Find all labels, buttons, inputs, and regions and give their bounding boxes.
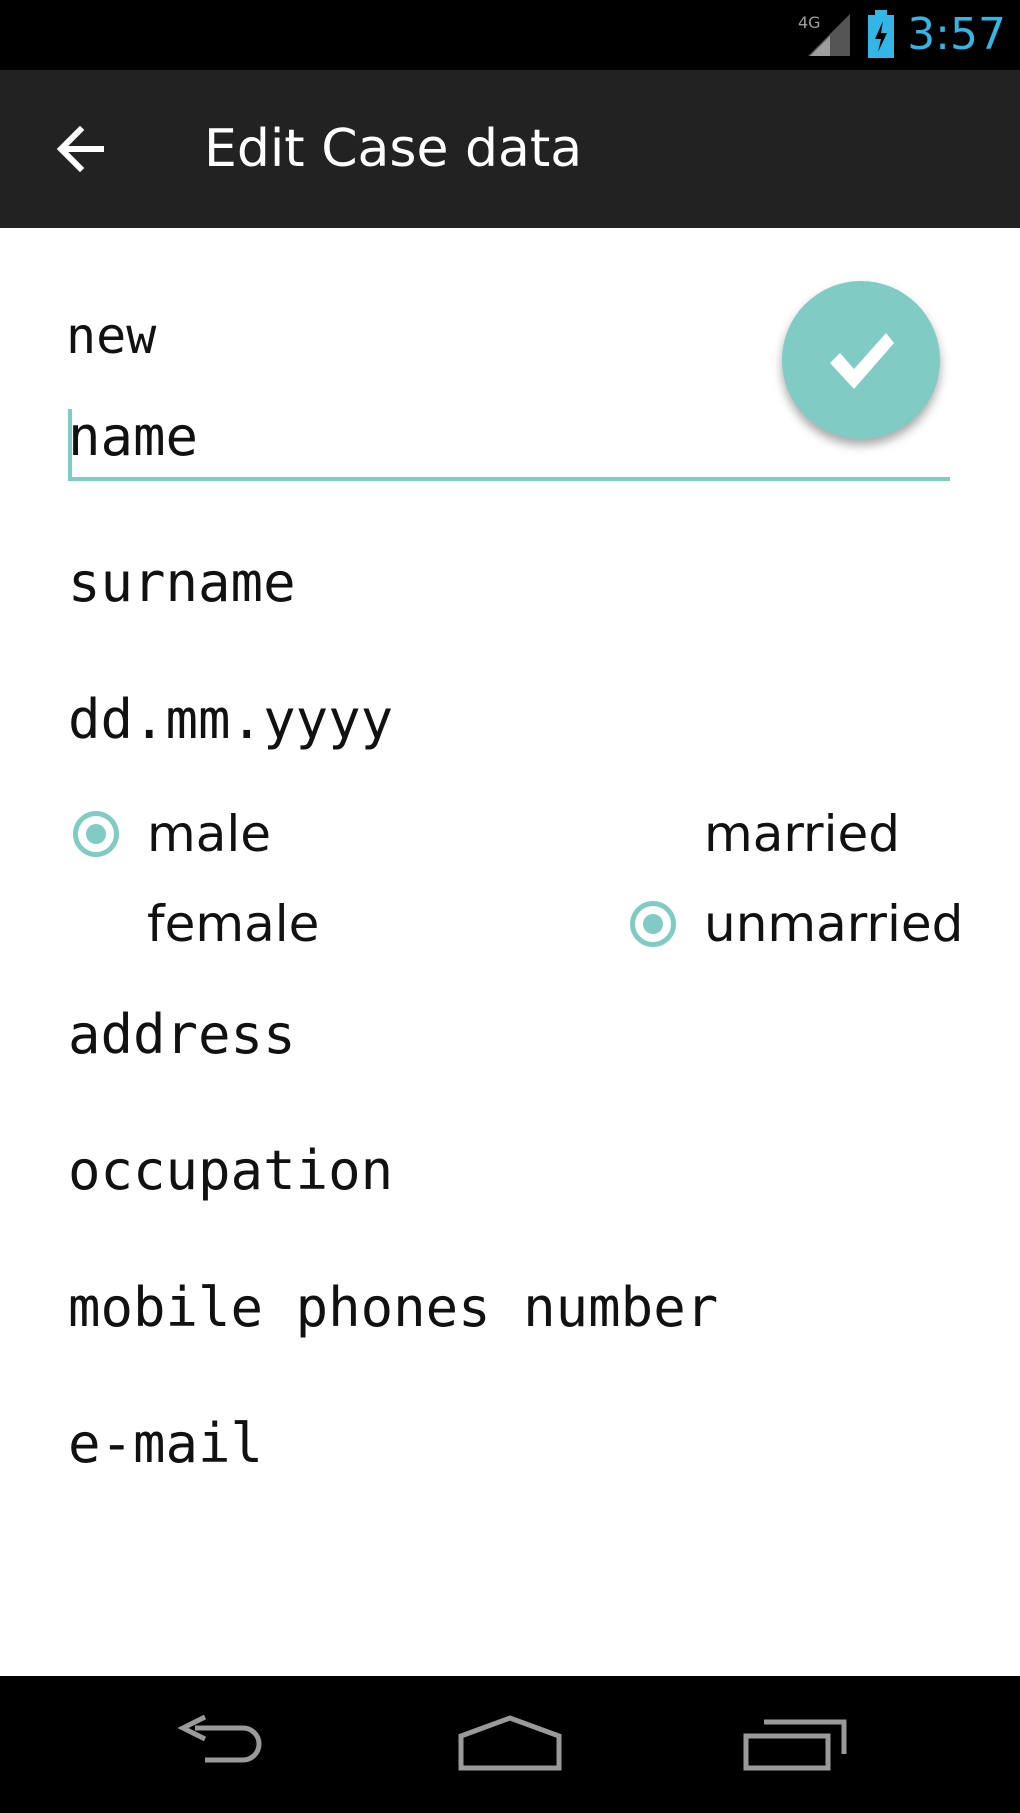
network-type-label: 4G: [798, 13, 821, 32]
nav-recents-icon: [743, 1719, 847, 1771]
gender-option-male[interactable]: male: [73, 794, 271, 874]
back-button[interactable]: [38, 106, 124, 192]
marital-married-label: married: [704, 805, 900, 863]
birthdate-input[interactable]: dd.mm.yyyy: [68, 680, 952, 760]
mobile-placeholder: mobile phones number: [68, 1276, 719, 1339]
arrow-left-icon: [56, 126, 104, 172]
gender-male-label: male: [147, 805, 271, 863]
system-home-button[interactable]: [440, 1694, 580, 1794]
page-title: Edit Case data: [204, 119, 583, 179]
email-input[interactable]: e-mail: [68, 1404, 952, 1484]
occupation-placeholder: occupation: [68, 1139, 394, 1202]
birthdate-placeholder: dd.mm.yyyy: [68, 688, 394, 751]
gender-female-label: female: [147, 895, 320, 953]
system-recents-button[interactable]: [725, 1694, 865, 1794]
radio-selected-icon: [630, 901, 676, 947]
marital-option-married[interactable]: married: [630, 794, 900, 874]
status-bar: 4G 3:57: [0, 0, 1020, 70]
system-back-button[interactable]: [155, 1694, 295, 1794]
nav-back-icon: [177, 1714, 262, 1763]
address-input[interactable]: address: [68, 995, 952, 1075]
marital-unmarried-label: unmarried: [704, 895, 964, 953]
text-cursor: [68, 409, 72, 479]
address-placeholder: address: [68, 1003, 296, 1066]
name-input[interactable]: name: [68, 397, 950, 481]
checkmark-icon: [830, 333, 894, 389]
surname-placeholder: surname: [68, 551, 296, 614]
occupation-input[interactable]: occupation: [68, 1131, 952, 1211]
surname-input[interactable]: surname: [68, 543, 952, 623]
action-bar: Edit Case data: [0, 70, 1020, 228]
radio-selected-icon: [73, 811, 119, 857]
battery-charging-icon: [868, 10, 894, 58]
marital-option-unmarried[interactable]: unmarried: [630, 884, 963, 964]
case-form: new name surname dd.mm.yyyy male female …: [0, 228, 1020, 1676]
email-placeholder: e-mail: [68, 1412, 264, 1475]
status-clock: 3:57: [907, 9, 1006, 60]
name-placeholder: name: [68, 405, 199, 468]
gender-option-female[interactable]: female: [73, 884, 319, 964]
nav-home-icon: [458, 1715, 562, 1771]
system-nav-bar: [0, 1676, 1020, 1813]
network-4g-icon: 4G: [798, 13, 850, 56]
case-status-label: new: [66, 307, 157, 365]
mobile-input[interactable]: mobile phones number: [68, 1268, 952, 1348]
